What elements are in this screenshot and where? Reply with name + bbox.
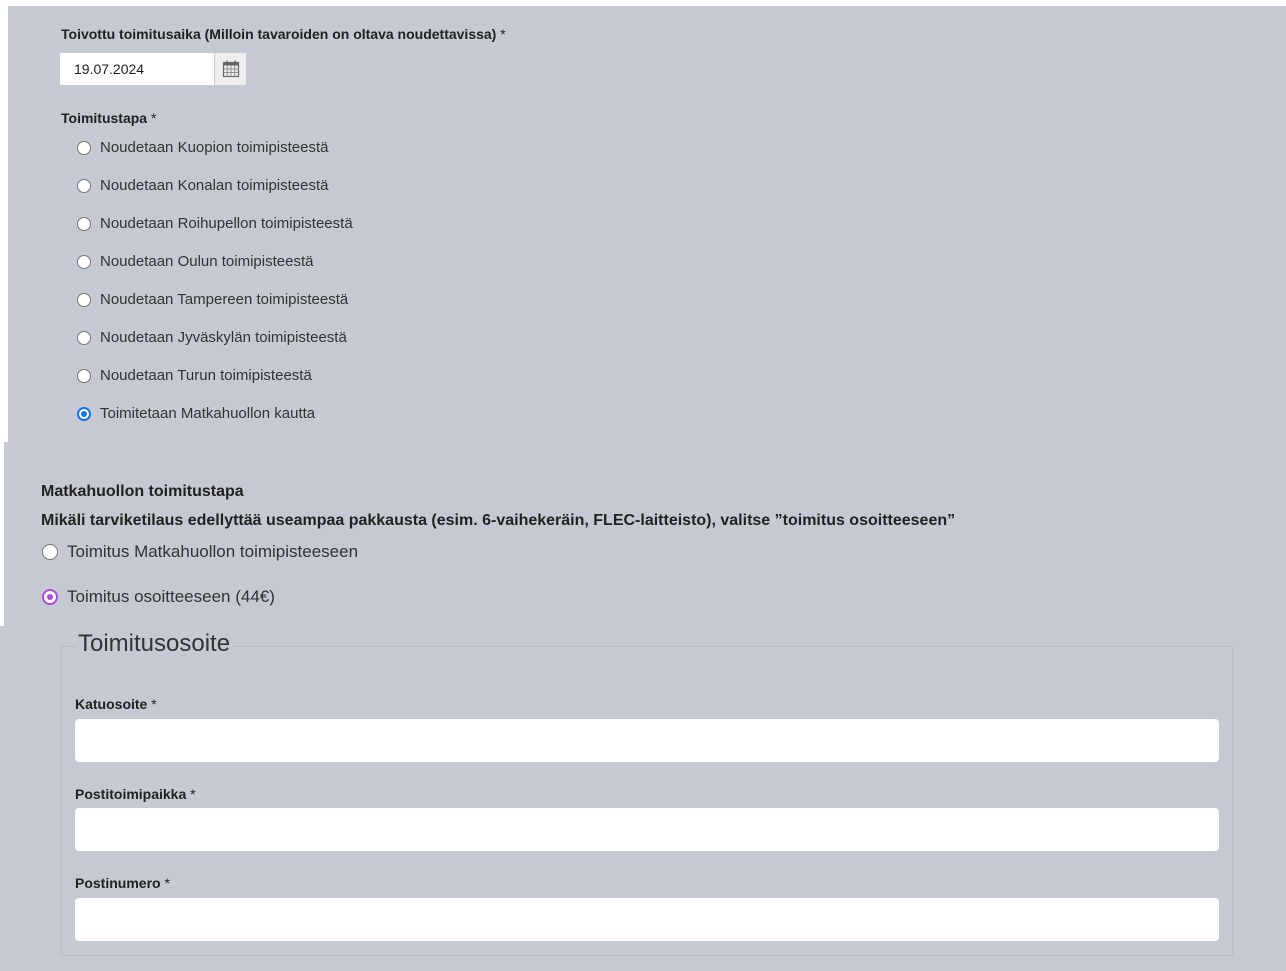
delivery-option-turku[interactable]: Noudetaan Turun toimipisteestä	[77, 367, 312, 384]
delivery-option-label: Noudetaan Tampereen toimipisteestä	[100, 291, 349, 308]
matkahuolto-note: Mikäli tarviketilaus edellyttää useampaa…	[41, 512, 956, 529]
delivery-date-label-text: Toivottu toimitusaika (Milloin tavaroide…	[61, 26, 497, 42]
radio-button-selected[interactable]	[77, 406, 91, 421]
required-mark: *	[150, 110, 157, 126]
delivery-option-label: Toimitetaan Matkahuollon kautta	[100, 405, 316, 422]
matkahuolto-option-label: Toimitus Matkahuollon toimipisteeseen	[67, 542, 359, 561]
street-address-input[interactable]	[75, 719, 1219, 762]
radio-button[interactable]	[77, 140, 91, 155]
delivery-option-jyvaskyla[interactable]: Noudetaan Jyväskylän toimipisteestä	[77, 329, 347, 346]
delivery-date-input[interactable]	[60, 53, 214, 85]
matkahuolto-option-label: Toimitus osoitteeseen (44€)	[67, 587, 275, 606]
delivery-date-label: Toivottu toimitusaika (Milloin tavaroide…	[61, 26, 506, 42]
calendar-button[interactable]	[214, 53, 246, 85]
delivery-method-label: Toimitustapa *	[61, 110, 156, 126]
radio-button[interactable]	[77, 216, 91, 231]
postal-code-label-text: Postinumero	[75, 875, 161, 891]
delivery-option-oulu[interactable]: Noudetaan Oulun toimipisteestä	[77, 253, 313, 270]
calendar-icon	[222, 60, 239, 78]
matkahuolto-section-title: Matkahuollon toimitustapa	[41, 483, 244, 500]
required-mark: *	[500, 26, 506, 42]
delivery-option-tampere[interactable]: Noudetaan Tampereen toimipisteestä	[77, 291, 348, 308]
matkahuolto-option-pickup-point[interactable]: Toimitus Matkahuollon toimipisteeseen	[42, 542, 358, 562]
radio-button[interactable]	[77, 178, 91, 193]
postal-code-input[interactable]	[75, 898, 1219, 941]
street-address-label: Katuosoite *	[75, 696, 157, 712]
delivery-option-label: Noudetaan Turun toimipisteestä	[100, 367, 312, 384]
radio-button[interactable]	[77, 292, 91, 307]
radio-button-selected[interactable]	[42, 589, 58, 605]
postal-code-label: Postinumero *	[75, 875, 170, 891]
required-mark: *	[151, 696, 157, 712]
radio-button[interactable]	[42, 544, 58, 560]
delivery-option-matkahuolto[interactable]: Toimitetaan Matkahuollon kautta	[77, 405, 315, 422]
delivery-option-label: Noudetaan Roihupellon toimipisteestä	[100, 215, 353, 232]
city-label: Postitoimipaikka *	[75, 786, 196, 802]
delivery-option-konala[interactable]: Noudetaan Konalan toimipisteestä	[77, 177, 329, 194]
street-address-label-text: Katuosoite	[75, 696, 148, 712]
required-mark: *	[190, 786, 196, 802]
delivery-method-label-text: Toimitustapa	[61, 110, 148, 126]
city-label-text: Postitoimipaikka	[75, 786, 187, 802]
delivery-option-kuopio[interactable]: Noudetaan Kuopion toimipisteestä	[77, 139, 329, 156]
radio-button[interactable]	[77, 368, 91, 383]
delivery-option-label: Noudetaan Kuopion toimipisteestä	[100, 139, 329, 156]
delivery-option-label: Noudetaan Konalan toimipisteestä	[100, 177, 329, 194]
delivery-option-label: Noudetaan Jyväskylän toimipisteestä	[100, 329, 347, 346]
delivery-option-roihupelto[interactable]: Noudetaan Roihupellon toimipisteestä	[77, 215, 353, 232]
delivery-date-picker	[60, 53, 246, 85]
radio-button[interactable]	[77, 330, 91, 345]
radio-button[interactable]	[77, 254, 91, 269]
delivery-option-label: Noudetaan Oulun toimipisteestä	[100, 253, 314, 270]
required-mark: *	[164, 875, 170, 891]
city-input[interactable]	[75, 808, 1219, 851]
matkahuolto-option-address[interactable]: Toimitus osoitteeseen (44€)	[42, 587, 275, 607]
delivery-address-legend: Toimitusosoite	[76, 630, 233, 658]
